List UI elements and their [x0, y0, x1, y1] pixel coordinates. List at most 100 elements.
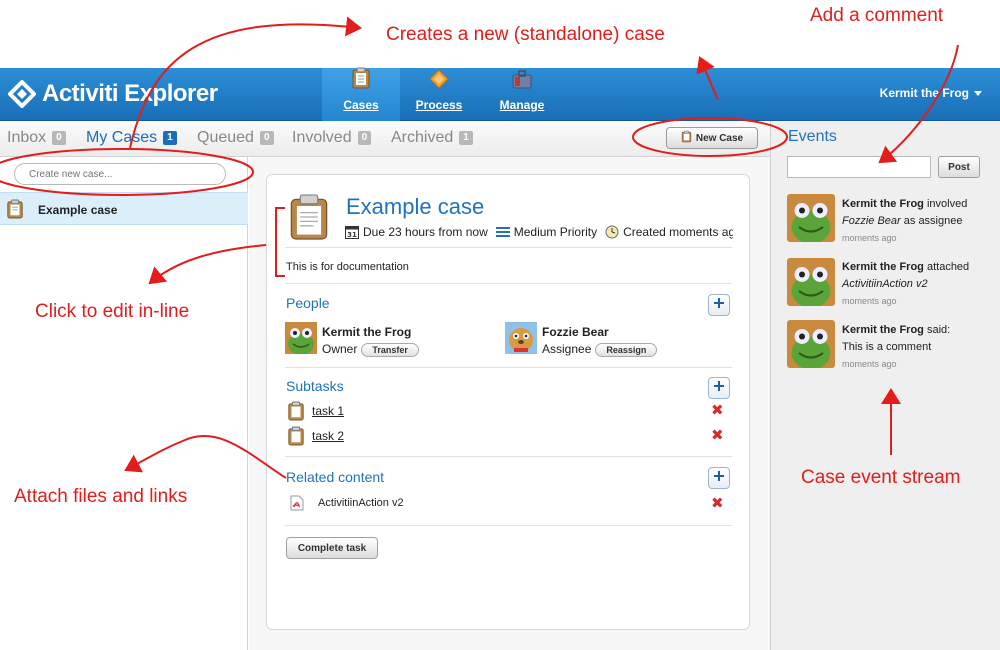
clipboard-icon	[681, 130, 692, 146]
avatar	[787, 194, 835, 242]
tab-inbox[interactable]: Inbox 0	[7, 129, 66, 147]
event-verb: involved	[926, 198, 968, 210]
event-comment: This is a comment	[842, 341, 932, 353]
user-menu[interactable]: Kermit the Frog	[880, 86, 982, 100]
delete-related-icon[interactable]: ✖	[711, 496, 724, 511]
delete-subtask-icon[interactable]: ✖	[711, 403, 724, 418]
event-time: moments ago	[842, 296, 897, 306]
tab-archived[interactable]: Archived 1	[391, 129, 473, 147]
due-text: Due 23 hours from now	[363, 225, 488, 239]
case-title[interactable]: Example case	[346, 194, 484, 220]
events-title: Events	[788, 128, 837, 145]
tab-involved-count: 0	[357, 131, 372, 145]
list-item[interactable]: Example case	[0, 192, 248, 225]
case-meta: 31 Due 23 hours from now Medium Priority…	[345, 225, 733, 239]
briefcase-icon	[511, 69, 533, 94]
nav-cases-label: Cases	[343, 98, 379, 112]
nav-manage-label: Manage	[499, 98, 545, 112]
event-item: Kermit the Frog attached ActivitiinActio…	[842, 259, 992, 310]
top-navigation-bar: Activiti Explorer Cases Process Manage K…	[0, 67, 1000, 121]
tab-archived-count: 1	[459, 131, 473, 145]
divider	[285, 283, 732, 284]
priority-icon	[495, 226, 510, 238]
avatar	[787, 320, 835, 368]
tab-my-cases-label: My Cases	[86, 129, 158, 146]
calendar-day: 31	[347, 231, 357, 239]
add-related-button[interactable]	[708, 467, 730, 489]
new-case-button[interactable]: New Case	[666, 127, 758, 149]
transfer-button[interactable]: Transfer	[361, 343, 419, 357]
plus-icon	[713, 379, 725, 397]
tab-inbox-label: Inbox	[7, 129, 47, 146]
event-actor: Kermit the Frog	[842, 324, 924, 336]
avatar	[787, 258, 835, 306]
event-time: moments ago	[842, 233, 897, 243]
owner-role-label: Owner	[322, 342, 358, 356]
case-detail-card	[266, 174, 750, 630]
avatar	[285, 322, 317, 355]
pdf-icon	[290, 495, 304, 516]
calendar-icon: 31	[345, 225, 359, 239]
tab-queued[interactable]: Queued 0	[197, 129, 274, 147]
event-object: ActivitiinAction v2	[842, 278, 928, 290]
create-case-input[interactable]	[14, 163, 226, 185]
comment-input[interactable]	[787, 156, 931, 178]
complete-task-button[interactable]: Complete task	[286, 537, 378, 559]
annotation-add-comment: Add a comment	[810, 5, 944, 26]
list-item-label: Example case	[38, 203, 118, 217]
priority-text: Medium Priority	[513, 225, 598, 239]
created: Created moments ago	[605, 225, 733, 239]
new-case-label: New Case	[695, 132, 744, 144]
nav-manage[interactable]: Manage	[490, 68, 554, 121]
divider	[285, 247, 732, 248]
nav-process-label: Process	[415, 98, 463, 112]
annotation-edit-inline: Click to edit in-line	[35, 301, 190, 322]
diamond-icon	[429, 69, 449, 94]
tab-queued-label: Queued	[197, 129, 254, 146]
related-item-link[interactable]: ActivitiinAction v2	[318, 497, 404, 509]
divider	[285, 367, 732, 368]
app-logo-text: Activiti Explorer	[42, 80, 218, 107]
due-date[interactable]: 31 Due 23 hours from now	[345, 225, 488, 239]
assignee-role-label: Assignee	[542, 342, 592, 356]
assignee-role: Assignee Reassign	[542, 342, 658, 357]
post-button[interactable]: Post	[938, 156, 980, 178]
subtask-link[interactable]: task 1	[312, 404, 344, 418]
clipboard-icon	[287, 401, 305, 426]
tab-archived-label: Archived	[391, 129, 454, 146]
annotation-event-stream: Case event stream	[801, 467, 961, 488]
tab-my-cases-count: 1	[163, 131, 177, 145]
nav-cases[interactable]: Cases	[322, 67, 400, 121]
chevron-down-icon	[974, 91, 982, 97]
divider	[285, 456, 732, 457]
event-suffix: as assignee	[903, 215, 963, 227]
app-logo[interactable]: Activiti Explorer	[7, 78, 218, 110]
event-item: Kermit the Frog said: This is a comment …	[842, 322, 992, 373]
event-item: Kermit the Frog involved Fozzie Bear as …	[842, 196, 992, 247]
user-name: Kermit the Frog	[879, 86, 969, 100]
people-title: People	[286, 295, 330, 311]
tab-queued-count: 0	[259, 131, 274, 145]
clock-icon	[605, 225, 619, 239]
add-subtask-button[interactable]	[708, 377, 730, 399]
subtask-link[interactable]: task 2	[312, 429, 344, 443]
plus-icon	[713, 469, 725, 487]
tab-involved[interactable]: Involved 0	[292, 129, 372, 147]
add-person-button[interactable]	[708, 294, 730, 316]
created-text: Created moments ago	[623, 225, 733, 239]
tab-my-cases[interactable]: My Cases 1	[86, 129, 177, 147]
delete-subtask-icon[interactable]: ✖	[711, 428, 724, 443]
case-description[interactable]: This is for documentation	[286, 261, 409, 273]
nav-process[interactable]: Process	[405, 68, 473, 121]
priority[interactable]: Medium Priority	[495, 225, 598, 239]
subtasks-title: Subtasks	[286, 378, 344, 394]
tab-involved-label: Involved	[292, 129, 352, 146]
event-object: Fozzie Bear	[842, 215, 901, 227]
owner-role: Owner Transfer	[322, 342, 419, 357]
plus-icon	[713, 296, 725, 314]
event-actor: Kermit the Frog	[842, 198, 924, 210]
reassign-button[interactable]: Reassign	[595, 343, 658, 357]
activiti-logo-icon	[7, 79, 37, 109]
related-title: Related content	[286, 469, 385, 485]
divider	[285, 525, 732, 526]
